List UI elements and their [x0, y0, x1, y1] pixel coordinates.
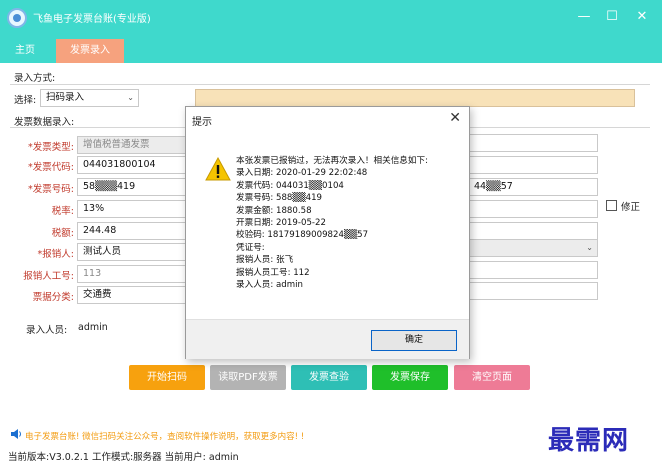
tax-rate-label: 税率:	[51, 206, 74, 217]
right-select[interactable]: ⌄	[468, 239, 598, 257]
app-title: 飞鱼电子发票台账(专业版)	[33, 14, 151, 25]
dialog-message: 本张发票已报销过，无法再次录入！相关信息如下: 录入日期: 2020-01-29…	[236, 155, 428, 291]
invoice-save-button[interactable]: 发票保存	[372, 365, 448, 390]
dialog-line: 本张发票已报销过，无法再次录入！相关信息如下:	[236, 156, 428, 166]
tax-amount-label: 税额:	[51, 228, 74, 239]
invoice-section-label: 发票数据录入:	[14, 117, 75, 128]
dialog-line: 报销人员: 张飞	[236, 255, 294, 266]
category-field[interactable]: 交通费	[77, 286, 187, 304]
correct-label: 修正	[621, 202, 641, 213]
right-field-1[interactable]	[468, 134, 598, 152]
dialog-line: 凭证号:	[236, 242, 265, 253]
dialog-line: 校验码: 18179189009824▒▒57	[236, 230, 369, 241]
invoice-query-button[interactable]: 发票查验	[291, 365, 367, 390]
reimburser-id-label: 报销人工号:	[23, 271, 74, 282]
right-field-3[interactable]: 44▒▒57	[468, 178, 598, 196]
dialog-footer: 确定	[186, 319, 469, 359]
chevron-down-icon: ⌄	[127, 93, 134, 102]
reimburser-label: *报销人:	[37, 249, 74, 260]
entry-method-select[interactable]: 扫码录入 ⌄	[40, 89, 139, 107]
app-logo-icon	[7, 8, 27, 28]
right-field-4[interactable]	[468, 200, 598, 218]
tab-home[interactable]: 主页	[6, 39, 44, 63]
clear-page-button[interactable]: 清空页面	[454, 365, 530, 390]
start-scan-button[interactable]: 开始扫码	[129, 365, 205, 390]
category-label: 票据分类:	[32, 292, 74, 303]
right-field-6[interactable]	[468, 261, 598, 279]
entry-method-label: 录入方式:	[14, 73, 56, 84]
menu-bar: 主页 发票录入	[0, 36, 662, 63]
close-button[interactable]: ✕	[632, 8, 652, 26]
title-bar: 飞鱼电子发票台账(专业版) — ☐ ✕	[0, 0, 662, 36]
right-field-2[interactable]	[468, 156, 598, 174]
speaker-icon	[11, 429, 21, 439]
dialog-line: 开票日期: 2019-05-22	[236, 218, 326, 229]
invoice-number-label: *发票号码:	[28, 184, 74, 195]
dialog-title: 提示	[192, 117, 212, 128]
entry-person-value: admin	[78, 322, 108, 333]
reimburser-field[interactable]: 测试人员	[77, 243, 187, 261]
dialog-line: 报销人员工号: 112	[236, 267, 310, 278]
dialog-line: 录入日期: 2020-01-29 22:02:48	[236, 168, 368, 179]
invoice-type-field[interactable]: 增值税普通发票	[77, 136, 187, 154]
notice-text[interactable]: 电子发票台账! 微信扫码关注公众号，查阅软件操作说明，获取更多内容! !	[25, 430, 304, 442]
invoice-code-field[interactable]: 044031800104	[77, 156, 187, 174]
right-field-5[interactable]	[468, 222, 598, 240]
maximize-button[interactable]: ☐	[602, 8, 622, 26]
minimize-button[interactable]: —	[574, 8, 594, 26]
select-label: 选择:	[14, 95, 37, 106]
chevron-down-icon: ⌄	[586, 243, 593, 252]
divider	[10, 84, 650, 85]
read-pdf-button[interactable]: 读取PDF发票	[210, 365, 286, 390]
watermark-text: 最需网	[548, 426, 630, 456]
correct-checkbox[interactable]	[606, 200, 617, 211]
dialog-line: 发票号码: 588▒▒419	[236, 193, 323, 204]
tax-rate-field[interactable]: 13%	[77, 200, 187, 218]
dialog-body: 本张发票已报销过，无法再次录入！相关信息如下: 录入日期: 2020-01-29…	[186, 134, 469, 319]
warning-icon	[205, 157, 231, 181]
status-bar: 当前版本:V3.0.2.1 工作模式:服务器 当前用户: admin	[8, 452, 239, 463]
alert-dialog: 提示 ✕ 本张发票已报销过，无法再次录入！相关信息如下: 录入日期: 2020-…	[185, 106, 470, 359]
invoice-number-field[interactable]: 58▒▒▒419	[77, 178, 187, 196]
dialog-line: 发票代码: 044031▒▒0104	[236, 180, 344, 191]
tab-invoice-entry[interactable]: 发票录入	[56, 39, 124, 63]
tax-amount-field[interactable]: 244.48	[77, 222, 187, 240]
dialog-line: 发票金额: 1880.58	[236, 205, 312, 216]
scan-input[interactable]	[195, 89, 635, 107]
dialog-line: 录入人员: admin	[236, 280, 303, 291]
reimburser-id-field[interactable]: 113	[77, 265, 187, 283]
invoice-code-label: *发票代码:	[28, 162, 74, 173]
invoice-type-label: *发票类型:	[28, 142, 74, 153]
ok-button[interactable]: 确定	[371, 330, 457, 351]
entry-method-value: 扫码录入	[46, 92, 85, 103]
entry-person-label: 录入人员:	[26, 325, 68, 336]
right-field-7[interactable]	[468, 282, 598, 300]
dialog-close-button[interactable]: ✕	[449, 110, 461, 126]
